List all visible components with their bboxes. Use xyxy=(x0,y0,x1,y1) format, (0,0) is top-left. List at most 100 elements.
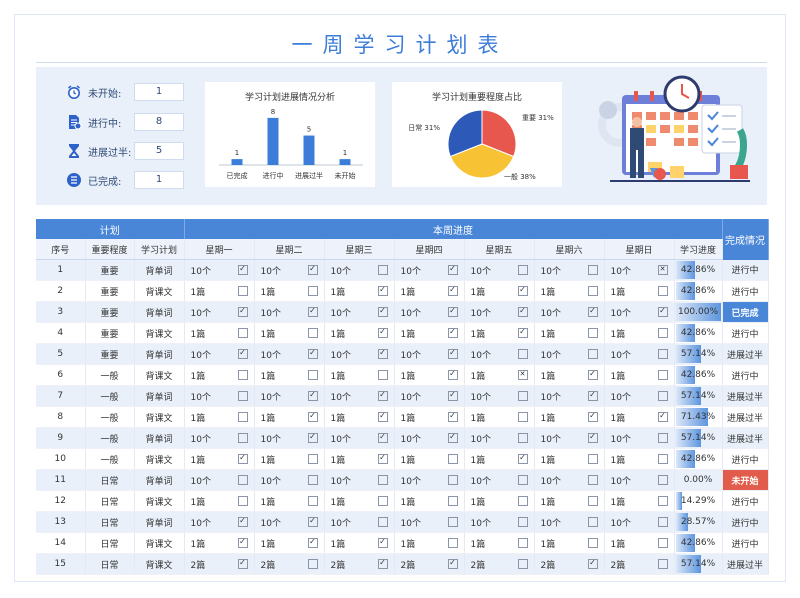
cell-no[interactable]: 8 xyxy=(36,406,86,428)
checkbox-checked[interactable] xyxy=(447,391,458,401)
checkbox-checked[interactable] xyxy=(377,286,388,296)
status-column-header[interactable]: 完成情况 xyxy=(722,219,769,260)
checkbox-checked[interactable] xyxy=(517,328,528,338)
col-day-header[interactable]: 星期五 xyxy=(464,239,535,260)
checkbox-crossed[interactable] xyxy=(517,370,528,380)
table-row[interactable]: 15日常背课文 2篇 2篇 2篇 2篇 2篇 2篇 2篇 57.14% 进展过半 xyxy=(36,553,769,575)
checkbox-empty[interactable] xyxy=(517,559,528,569)
cell-status[interactable]: 进展过半 xyxy=(722,553,769,575)
checkbox-checked[interactable] xyxy=(447,370,458,380)
cell-status[interactable]: 已完成 xyxy=(722,301,769,323)
checkbox-empty[interactable] xyxy=(657,517,668,527)
cell-plan[interactable]: 背单词 xyxy=(134,469,185,491)
checkbox-checked[interactable] xyxy=(237,538,248,548)
checkbox-empty[interactable] xyxy=(587,286,598,296)
table-row[interactable]: 4重要背课文 1篇 1篇 1篇 1篇 1篇 1篇 1篇 42.86% 进行中 xyxy=(36,322,769,344)
stat-value[interactable]: 1 xyxy=(134,83,184,101)
checkbox-empty[interactable] xyxy=(307,454,318,464)
cell-plan[interactable]: 背课文 xyxy=(134,364,185,386)
cell-no[interactable]: 4 xyxy=(36,322,86,344)
checkbox-empty[interactable] xyxy=(587,475,598,485)
cell-status[interactable]: 进展过半 xyxy=(722,406,769,428)
checkbox-empty[interactable] xyxy=(377,517,388,527)
table-row[interactable]: 13日常背单词 10个 10个 10个 10个 10个 10个 10个 28.57% 进行中 xyxy=(36,511,769,533)
checkbox-checked[interactable] xyxy=(237,517,248,527)
cell-status[interactable]: 进行中 xyxy=(722,448,769,470)
table-row[interactable]: 3重要背单词 10个 10个 10个 10个 10个 10个 10个 100.00%已完成 xyxy=(36,301,769,323)
checkbox-empty[interactable] xyxy=(377,475,388,485)
checkbox-empty[interactable] xyxy=(657,349,668,359)
checkbox-checked[interactable] xyxy=(517,286,528,296)
checkbox-empty[interactable] xyxy=(307,475,318,485)
checkbox-checked[interactable] xyxy=(447,307,458,317)
cell-status[interactable]: 未开始 xyxy=(722,469,769,491)
cell-importance[interactable]: 日常 xyxy=(85,469,135,491)
cell-importance[interactable]: 重要 xyxy=(85,343,135,365)
checkbox-checked[interactable] xyxy=(377,559,388,569)
cell-plan[interactable]: 背课文 xyxy=(134,448,185,470)
cell-importance[interactable]: 日常 xyxy=(85,532,135,554)
table-row[interactable]: 6一般背课文 1篇 1篇 1篇 1篇 1篇 1篇 1篇 42.86% 进行中 xyxy=(36,364,769,386)
checkbox-checked[interactable] xyxy=(377,328,388,338)
cell-plan[interactable]: 背单词 xyxy=(134,511,185,533)
checkbox-checked[interactable] xyxy=(447,286,458,296)
cell-no[interactable]: 11 xyxy=(36,469,86,491)
cell-importance[interactable]: 一般 xyxy=(85,406,135,428)
cell-no[interactable]: 5 xyxy=(36,343,86,365)
cell-status[interactable]: 进行中 xyxy=(722,259,769,281)
checkbox-checked[interactable] xyxy=(237,307,248,317)
col-plan-header[interactable]: 学习计划 xyxy=(134,239,185,260)
checkbox-empty[interactable] xyxy=(657,370,668,380)
checkbox-empty[interactable] xyxy=(447,475,458,485)
checkbox-empty[interactable] xyxy=(307,559,318,569)
checkbox-empty[interactable] xyxy=(447,517,458,527)
checkbox-checked[interactable] xyxy=(237,349,248,359)
col-progress-header[interactable]: 学习进度 xyxy=(674,239,723,260)
table-row[interactable]: 14日常背课文 1篇 1篇 1篇 1篇 1篇 1篇 1篇 42.86% 进行中 xyxy=(36,532,769,554)
checkbox-empty[interactable] xyxy=(657,328,668,338)
cell-importance[interactable]: 重要 xyxy=(85,322,135,344)
cell-status[interactable]: 进行中 xyxy=(722,364,769,386)
cell-importance[interactable]: 重要 xyxy=(85,301,135,323)
checkbox-checked[interactable] xyxy=(307,538,318,548)
cell-plan[interactable]: 背课文 xyxy=(134,406,185,428)
checkbox-empty[interactable] xyxy=(237,391,248,401)
checkbox-checked[interactable] xyxy=(307,391,318,401)
col-day-header[interactable]: 星期日 xyxy=(604,239,675,260)
cell-importance[interactable]: 一般 xyxy=(85,448,135,470)
cell-importance[interactable]: 日常 xyxy=(85,490,135,512)
checkbox-checked[interactable] xyxy=(657,412,668,422)
col-day-header[interactable]: 星期三 xyxy=(324,239,395,260)
checkbox-empty[interactable] xyxy=(237,328,248,338)
checkbox-empty[interactable] xyxy=(517,265,528,275)
cell-status[interactable]: 进行中 xyxy=(722,532,769,554)
checkbox-empty[interactable] xyxy=(237,475,248,485)
checkbox-checked[interactable] xyxy=(587,307,598,317)
checkbox-checked[interactable] xyxy=(237,265,248,275)
checkbox-checked[interactable] xyxy=(587,370,598,380)
checkbox-checked[interactable] xyxy=(377,454,388,464)
checkbox-checked[interactable] xyxy=(587,391,598,401)
checkbox-crossed[interactable] xyxy=(657,265,668,275)
checkbox-empty[interactable] xyxy=(307,286,318,296)
cell-no[interactable]: 6 xyxy=(36,364,86,386)
checkbox-empty[interactable] xyxy=(587,454,598,464)
checkbox-empty[interactable] xyxy=(657,559,668,569)
col-importance-header[interactable]: 重要程度 xyxy=(85,239,135,260)
checkbox-checked[interactable] xyxy=(587,412,598,422)
checkbox-empty[interactable] xyxy=(517,349,528,359)
checkbox-empty[interactable] xyxy=(657,475,668,485)
col-day-header[interactable]: 星期六 xyxy=(534,239,605,260)
cell-importance[interactable]: 重要 xyxy=(85,280,135,302)
cell-plan[interactable]: 背课文 xyxy=(134,322,185,344)
cell-importance[interactable]: 一般 xyxy=(85,364,135,386)
cell-no[interactable]: 7 xyxy=(36,385,86,407)
cell-plan[interactable]: 背单词 xyxy=(134,385,185,407)
checkbox-checked[interactable] xyxy=(307,349,318,359)
cell-no[interactable]: 3 xyxy=(36,301,86,323)
checkbox-empty[interactable] xyxy=(517,475,528,485)
cell-plan[interactable]: 背单词 xyxy=(134,427,185,449)
checkbox-empty[interactable] xyxy=(237,370,248,380)
checkbox-empty[interactable] xyxy=(657,286,668,296)
cell-no[interactable]: 10 xyxy=(36,448,86,470)
